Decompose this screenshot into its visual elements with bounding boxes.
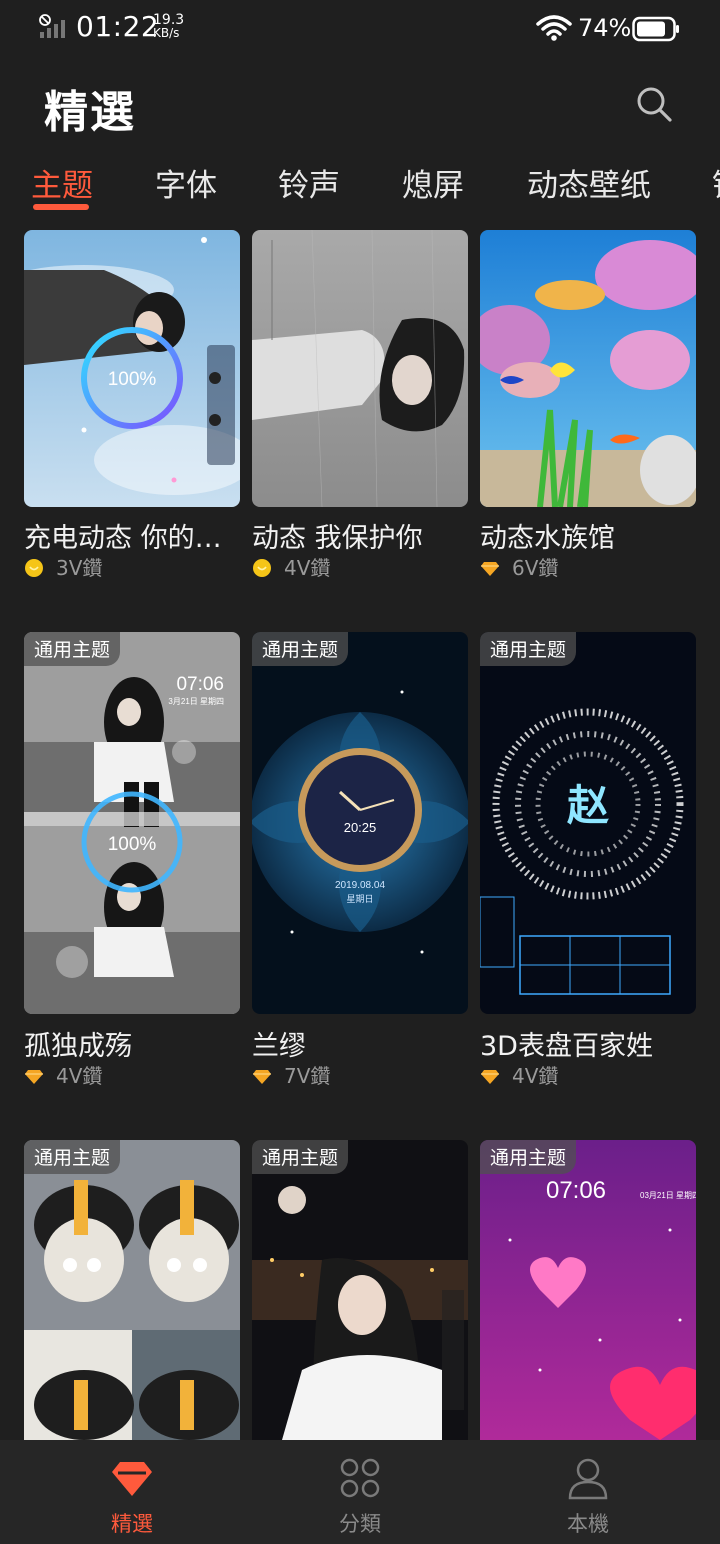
grid-icon	[340, 1458, 380, 1498]
universal-theme-badge: 通用主题	[480, 1140, 577, 1174]
nav-featured[interactable]: 精選	[57, 1440, 207, 1544]
bottom-navigation: 精選 分類 本機	[0, 1440, 720, 1544]
tab-theme[interactable]: 主题	[31, 160, 93, 205]
wifi-icon	[536, 15, 572, 41]
nav-local[interactable]: 本機	[513, 1440, 663, 1544]
diamond-icon	[481, 562, 499, 576]
tab-screen-off[interactable]: 熄屏	[402, 160, 464, 205]
universal-theme-badge: 通用主题	[480, 632, 577, 666]
lock-date-text: 3月21日 星期四	[168, 697, 224, 706]
theme-price-label: 4V鑽	[512, 1064, 559, 1088]
theme-thumbnail[interactable]: 20:25 2019.08.04 星期日 通用主题	[252, 632, 468, 1014]
theme-price: 3V鑽	[24, 552, 102, 581]
network-speed-unit: KB/s	[153, 26, 180, 40]
theme-price-label: 4V鑽	[284, 556, 331, 580]
user-icon	[568, 1458, 608, 1500]
theme-thumbnail[interactable]: 通用主题	[24, 1140, 240, 1440]
charge-percent-text: 100%	[108, 369, 157, 390]
theme-price: 7V鑽	[252, 1060, 330, 1089]
theme-thumbnail[interactable]	[252, 230, 468, 507]
theme-price: 4V鑽	[24, 1060, 102, 1089]
theme-thumbnail[interactable]: 100% 07:06 3月21日 星期四 通用主题	[24, 632, 240, 1014]
theme-name[interactable]: 动态水族馆	[480, 516, 696, 555]
clock-time-text: 07:06	[546, 1177, 606, 1204]
charge-percent-text: 100%	[108, 834, 157, 855]
status-bar: 01:22 19.3 KB/s 74%	[0, 0, 720, 60]
coin-icon	[25, 559, 43, 577]
theme-name[interactable]: 兰缪	[252, 1024, 468, 1063]
theme-name[interactable]: 3D表盘百家姓	[480, 1024, 696, 1063]
gem-icon	[112, 1462, 152, 1496]
universal-theme-badge: 通用主题	[252, 632, 349, 666]
theme-price: 4V鑽	[480, 1060, 558, 1089]
universal-theme-badge: 通用主题	[24, 632, 121, 666]
thumbnail-image	[480, 230, 696, 507]
theme-price: 6V鑽	[480, 552, 558, 581]
lock-time-text: 07:06	[176, 674, 224, 695]
theme-price-label: 6V鑽	[512, 556, 559, 580]
surname-text: 赵	[567, 781, 609, 830]
coin-icon	[253, 559, 271, 577]
theme-thumbnail[interactable]: 100%	[24, 230, 240, 507]
nav-categories[interactable]: 分類	[285, 1440, 435, 1544]
theme-thumbnail[interactable]: 赵 通用主题	[480, 632, 696, 1014]
theme-name[interactable]: 孤独成殇	[24, 1024, 240, 1063]
theme-price-label: 4V鑽	[56, 1064, 103, 1088]
watch-day-text: 星期日	[346, 894, 373, 904]
diamond-icon	[253, 1070, 271, 1084]
watch-time-text: 20:25	[344, 820, 377, 835]
theme-price-label: 7V鑽	[284, 1064, 331, 1088]
theme-name[interactable]: 充电动态 你的…	[24, 516, 240, 555]
universal-theme-badge: 通用主题	[252, 1140, 349, 1174]
tab-ringtone[interactable]: 铃声	[278, 160, 340, 205]
search-icon[interactable]	[634, 84, 674, 124]
thumbnail-image	[252, 1140, 468, 1440]
thumbnail-image: 07:06 03月21日 星期四	[480, 1140, 696, 1440]
tab-font[interactable]: 字体	[155, 160, 217, 205]
status-time: 01:22	[76, 10, 160, 43]
signal-off-icon	[39, 14, 65, 38]
nav-local-label: 本機	[567, 1512, 609, 1536]
clock-date-text: 03月21日 星期四	[640, 1191, 696, 1200]
watch-date-text: 2019.08.04	[335, 880, 385, 891]
page-title: 精選	[44, 87, 136, 138]
nav-featured-label: 精選	[111, 1512, 153, 1536]
theme-price: 4V鑽	[252, 552, 330, 581]
battery-icon	[632, 16, 679, 42]
tab-live-wallpaper[interactable]: 动态壁纸	[527, 160, 651, 205]
thumbnail-image	[252, 230, 468, 507]
universal-theme-badge: 通用主题	[24, 1140, 121, 1174]
thumbnail-image: 100%	[24, 230, 240, 507]
nav-categories-label: 分類	[339, 1512, 381, 1536]
diamond-icon	[481, 1070, 499, 1084]
theme-name[interactable]: 动态 我保护你	[252, 516, 468, 555]
thumbnail-image	[24, 1140, 240, 1440]
thumbnail-image: 赵	[480, 632, 696, 1014]
theme-price-label: 3V鑽	[56, 556, 103, 580]
battery-percent: 74%	[578, 14, 632, 42]
tab-lock[interactable]: 锁	[712, 160, 720, 205]
active-tab-indicator	[33, 204, 89, 210]
theme-thumbnail[interactable]: 07:06 03月21日 星期四 通用主题	[480, 1140, 696, 1440]
theme-thumbnail[interactable]	[480, 230, 696, 507]
thumbnail-image: 100% 07:06 3月21日 星期四	[24, 632, 240, 1014]
thumbnail-image: 20:25 2019.08.04 星期日	[252, 632, 468, 1014]
category-tabs: 主题 字体 铃声 熄屏 动态壁纸 锁	[0, 160, 720, 216]
diamond-icon	[25, 1070, 43, 1084]
theme-thumbnail[interactable]: 通用主题	[252, 1140, 468, 1440]
network-speed: 19.3 KB/s	[153, 13, 184, 40]
